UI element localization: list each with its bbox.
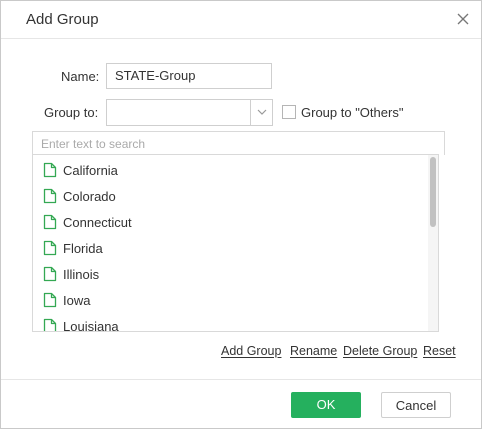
dialog-footer: OK Cancel xyxy=(1,379,481,429)
list-scrollbar[interactable] xyxy=(428,155,438,331)
group-item-list: California Colorado Connecticut Florida xyxy=(32,154,439,332)
list-item[interactable]: California xyxy=(33,158,428,184)
delete-group-link[interactable]: Delete Group xyxy=(343,344,417,358)
document-icon xyxy=(43,188,57,204)
document-icon xyxy=(43,292,57,308)
reset-link[interactable]: Reset xyxy=(423,344,456,358)
document-icon xyxy=(43,162,57,178)
list-item-label: Florida xyxy=(63,241,103,256)
list-item-label: California xyxy=(63,163,118,178)
list-item-label: Illinois xyxy=(63,267,100,282)
list-item[interactable]: Louisiana xyxy=(33,314,428,332)
list-item-label: Connecticut xyxy=(63,215,132,230)
others-checkbox[interactable] xyxy=(282,105,296,119)
document-icon xyxy=(43,214,57,230)
document-icon xyxy=(43,240,57,256)
add-group-link[interactable]: Add Group xyxy=(221,344,281,358)
group-to-dropdown-toggle[interactable] xyxy=(250,100,273,125)
add-group-dialog: Add Group Name: Group to: Group to "Othe… xyxy=(0,0,482,429)
document-icon xyxy=(43,266,57,282)
list-item[interactable]: Florida xyxy=(33,236,428,262)
dialog-title: Add Group xyxy=(26,11,99,28)
list-item[interactable]: Illinois xyxy=(33,262,428,288)
list-item[interactable]: Iowa xyxy=(33,288,428,314)
group-to-label: Group to: xyxy=(44,105,99,120)
others-checkbox-label[interactable]: Group to "Others" xyxy=(301,105,403,120)
name-label: Name: xyxy=(61,69,100,84)
list-item-label: Colorado xyxy=(63,189,116,204)
document-icon xyxy=(43,318,57,331)
close-icon[interactable] xyxy=(456,12,470,26)
chevron-down-icon xyxy=(257,109,267,115)
rename-link[interactable]: Rename xyxy=(290,344,337,358)
name-input[interactable] xyxy=(106,63,272,89)
list-item[interactable]: Colorado xyxy=(33,184,428,210)
list-item[interactable]: Connecticut xyxy=(33,210,428,236)
ok-button[interactable]: OK xyxy=(291,392,361,418)
dialog-header: Add Group xyxy=(1,1,481,39)
list-item-label: Iowa xyxy=(63,293,91,308)
list-item-label: Louisiana xyxy=(63,319,119,332)
scrollbar-thumb[interactable] xyxy=(430,157,436,227)
cancel-button[interactable]: Cancel xyxy=(381,392,451,418)
search-input[interactable] xyxy=(32,131,445,155)
group-to-select[interactable] xyxy=(106,99,273,126)
